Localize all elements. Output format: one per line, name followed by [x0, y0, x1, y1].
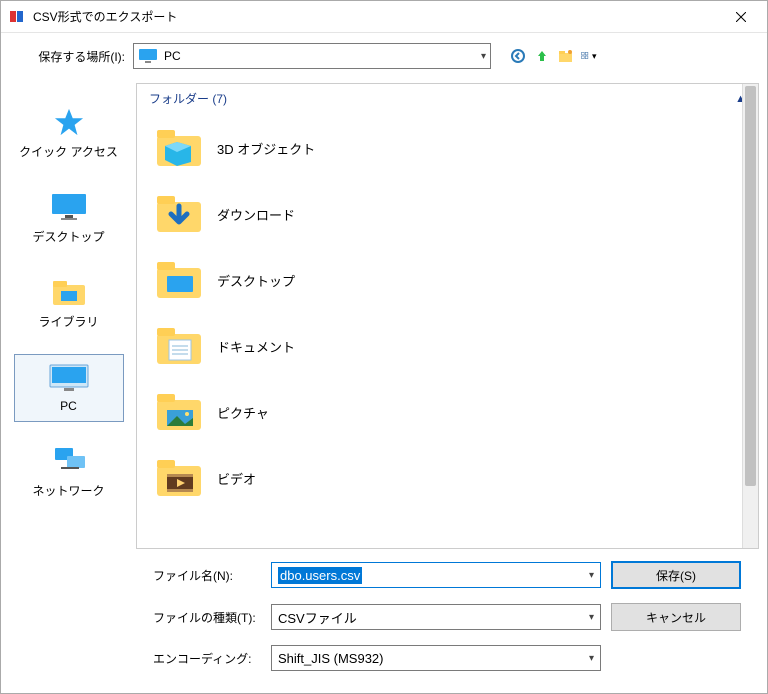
- vertical-scrollbar[interactable]: [742, 84, 758, 548]
- folder-label: ビデオ: [207, 469, 256, 488]
- pc-icon: [138, 48, 158, 64]
- folder-content: フォルダー (7) ▲ 3D オブジェクト ダウンロード: [136, 83, 759, 549]
- sidebar-item-label: ライブラリ: [38, 313, 98, 330]
- filename-label: ファイル名(N):: [153, 567, 261, 584]
- library-icon: [51, 275, 87, 309]
- folder-item-3d-objects[interactable]: 3D オブジェクト: [153, 115, 758, 181]
- sidebar-item-desktop[interactable]: デスクトップ: [14, 184, 124, 253]
- folder-item-desktop[interactable]: デスクトップ: [153, 247, 758, 313]
- cancel-button[interactable]: キャンセル: [611, 603, 741, 631]
- section-header[interactable]: フォルダー (7) ▲: [137, 84, 758, 109]
- filename-input[interactable]: dbo.users.csv ▾: [271, 562, 601, 588]
- network-icon: [51, 444, 87, 478]
- new-folder-icon[interactable]: [557, 47, 575, 65]
- sidebar-item-label: PC: [60, 399, 77, 413]
- folder-label: 3D オブジェクト: [207, 139, 315, 158]
- save-button[interactable]: 保存(S): [611, 561, 741, 589]
- sidebar-item-libraries[interactable]: ライブラリ: [14, 269, 124, 338]
- folder-downloads-icon: [153, 189, 207, 239]
- encoding-label: エンコーディング:: [153, 650, 261, 667]
- folder-pictures-icon: [153, 387, 207, 437]
- bottom-panel: ファイル名(N): dbo.users.csv ▾ 保存(S) ファイルの種類(…: [1, 549, 767, 691]
- window-title: CSV形式でのエクスポート: [33, 8, 177, 25]
- encoding-value: Shift_JIS (MS932): [278, 651, 384, 666]
- filename-value: dbo.users.csv: [278, 567, 362, 584]
- location-label: 保存する場所(I):: [9, 48, 133, 65]
- sidebar-item-label: ネットワーク: [32, 482, 104, 499]
- up-one-level-icon[interactable]: [533, 47, 551, 65]
- chevron-down-icon: ▾: [589, 612, 594, 623]
- monitor-icon: [51, 190, 87, 224]
- location-toolbar: 保存する場所(I): PC ▾ ▾: [1, 33, 767, 75]
- folder-label: ピクチャ: [207, 403, 269, 422]
- sidebar-item-quick-access[interactable]: クイック アクセス: [14, 99, 124, 168]
- filename-row: ファイル名(N): dbo.users.csv ▾ 保存(S): [153, 561, 751, 589]
- filetype-row: ファイルの種類(T): CSVファイル ▾ キャンセル: [153, 603, 751, 631]
- folder-label: デスクトップ: [207, 271, 295, 290]
- location-value: PC: [164, 49, 181, 63]
- folder-desktop-icon: [153, 255, 207, 305]
- folder-label: ドキュメント: [207, 337, 295, 356]
- places-sidebar: クイック アクセス デスクトップ ライブラリ PC: [1, 75, 136, 549]
- location-dropdown[interactable]: PC ▾: [133, 43, 491, 69]
- nav-icons: ▾: [509, 47, 599, 65]
- folder-3d-icon: [153, 123, 207, 173]
- body-area: クイック アクセス デスクトップ ライブラリ PC: [1, 75, 767, 549]
- chevron-down-icon: ▾: [589, 570, 594, 581]
- folder-item-downloads[interactable]: ダウンロード: [153, 181, 758, 247]
- sidebar-item-pc[interactable]: PC: [14, 354, 124, 422]
- folder-item-videos[interactable]: ビデオ: [153, 445, 758, 511]
- encoding-dropdown[interactable]: Shift_JIS (MS932) ▾: [271, 645, 601, 671]
- folder-item-pictures[interactable]: ピクチャ: [153, 379, 758, 445]
- chevron-down-icon: ▾: [481, 51, 486, 62]
- folder-list: 3D オブジェクト ダウンロード デスクトップ: [137, 109, 758, 511]
- close-button[interactable]: [719, 2, 763, 32]
- folder-documents-icon: [153, 321, 207, 371]
- filetype-dropdown[interactable]: CSVファイル ▾: [271, 604, 601, 630]
- sidebar-item-label: デスクトップ: [32, 228, 104, 245]
- app-icon: [9, 9, 25, 25]
- folder-videos-icon: [153, 453, 207, 503]
- save-dialog: CSV形式でのエクスポート 保存する場所(I): PC ▾ ▾: [0, 0, 768, 694]
- star-icon: [54, 105, 84, 139]
- sidebar-item-network[interactable]: ネットワーク: [14, 438, 124, 507]
- filetype-label: ファイルの種類(T):: [153, 609, 261, 626]
- filetype-value: CSVファイル: [278, 608, 357, 627]
- encoding-row: エンコーディング: Shift_JIS (MS932) ▾: [153, 645, 751, 671]
- folder-label: ダウンロード: [207, 205, 295, 224]
- sidebar-item-label: クイック アクセス: [19, 143, 118, 160]
- section-label: フォルダー (7): [149, 90, 227, 107]
- titlebar: CSV形式でのエクスポート: [1, 1, 767, 33]
- chevron-down-icon: ▾: [589, 653, 594, 664]
- scrollbar-thumb[interactable]: [745, 86, 756, 486]
- folder-item-documents[interactable]: ドキュメント: [153, 313, 758, 379]
- pc-icon: [48, 361, 90, 395]
- view-menu-icon[interactable]: ▾: [581, 47, 599, 65]
- back-icon[interactable]: [509, 47, 527, 65]
